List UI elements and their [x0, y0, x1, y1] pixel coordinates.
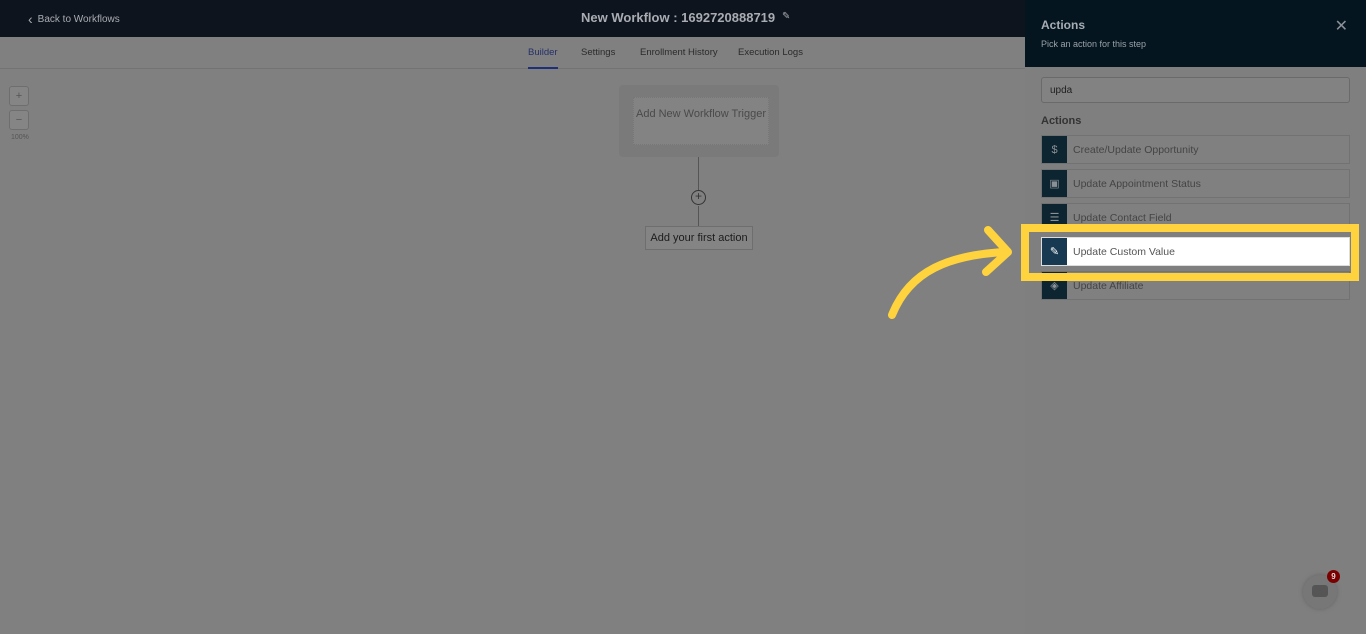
- tab-settings[interactable]: Settings: [581, 47, 615, 58]
- close-icon[interactable]: ✕: [1335, 16, 1348, 36]
- action-item-update-custom-value[interactable]: ✎ Update Custom Value: [1041, 237, 1350, 266]
- chevron-left-icon: ‹: [28, 11, 33, 27]
- tabs-bar: Builder Settings Enrollment History Exec…: [0, 37, 1025, 69]
- action-search-input[interactable]: upda: [1041, 77, 1350, 103]
- add-step-plus-icon[interactable]: +: [691, 190, 706, 205]
- dollar-icon: $: [1042, 136, 1067, 163]
- section-heading: Actions: [1041, 115, 1082, 127]
- notification-badge: 9: [1327, 570, 1340, 583]
- calendar-check-icon: ▣: [1042, 170, 1067, 197]
- pointer-arrow-icon: [888, 226, 1012, 319]
- item-label: Update Custom Value: [1073, 245, 1175, 258]
- zoom-out-button[interactable]: −: [9, 110, 29, 130]
- edit-title-icon[interactable]: ✎: [782, 11, 790, 22]
- back-label: Back to Workflows: [37, 13, 120, 25]
- panel-title: Actions: [1041, 18, 1086, 32]
- zoom-level: 100%: [11, 134, 29, 141]
- chat-icon: [1312, 585, 1328, 597]
- workflow-title: New Workflow : 1692720888719: [581, 10, 776, 25]
- action-item-create-update-opportunity[interactable]: $ Create/Update Opportunity: [1041, 135, 1350, 164]
- trigger-node: Add New Workflow Trigger: [619, 85, 779, 157]
- zoom-in-button[interactable]: +: [9, 86, 29, 106]
- action-item-update-appointment-status[interactable]: ▣ Update Appointment Status: [1041, 169, 1350, 198]
- edit-icon: ✎: [1042, 238, 1067, 265]
- item-label: Update Contact Field: [1073, 211, 1172, 224]
- panel-subtitle: Pick an action for this step: [1041, 39, 1147, 49]
- actions-panel: Actions Pick an action for this step ✕ u…: [1025, 0, 1366, 634]
- tab-execution-logs[interactable]: Execution Logs: [738, 47, 803, 58]
- tab-builder[interactable]: Builder: [528, 47, 558, 69]
- add-first-action-button[interactable]: Add your first action: [645, 226, 753, 250]
- item-label: Update Appointment Status: [1073, 177, 1201, 190]
- tab-enrollment-history[interactable]: Enrollment History: [640, 47, 718, 58]
- top-bar: ‹ Back to Workflows New Workflow : 169272…: [0, 0, 1025, 37]
- item-label: Create/Update Opportunity: [1073, 143, 1199, 156]
- item-label: Update Affiliate: [1073, 279, 1144, 292]
- connector-line: [698, 157, 699, 190]
- connector-line: [698, 206, 699, 226]
- panel-header: Actions Pick an action for this step: [1025, 0, 1366, 67]
- back-to-workflows-link[interactable]: ‹ Back to Workflows: [28, 11, 120, 27]
- add-trigger-button[interactable]: Add New Workflow Trigger: [633, 97, 769, 145]
